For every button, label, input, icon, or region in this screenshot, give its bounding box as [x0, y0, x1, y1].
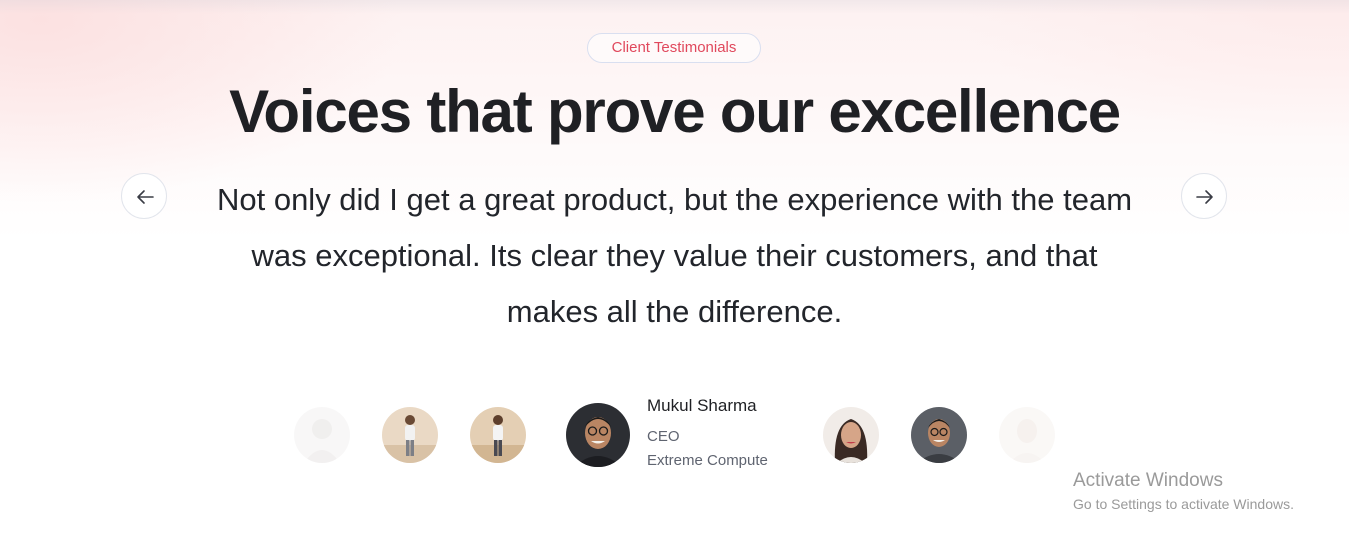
avatar-man-glasses-icon	[911, 407, 967, 463]
watermark-subtitle: Go to Settings to activate Windows.	[1073, 496, 1294, 512]
avatar-full-body-icon	[382, 407, 438, 463]
section-headline: Voices that prove our excellence	[229, 78, 1121, 145]
active-testimonial-author: Mukul Sharma CEO Extreme Compute	[647, 393, 847, 473]
avatar-1[interactable]	[294, 407, 350, 463]
watermark-title: Activate Windows	[1073, 470, 1223, 491]
author-name: Mukul Sharma	[647, 396, 757, 415]
top-shadow	[0, 0, 1349, 14]
testimonial-quote: Not only did I get a great product, but …	[216, 182, 1133, 329]
next-testimonial-button[interactable]	[1181, 173, 1227, 219]
avatar-2[interactable]	[382, 407, 438, 463]
section-badge: Client Testimonials	[587, 33, 761, 63]
avatar-active[interactable]	[566, 403, 630, 467]
avatar-man-glasses-icon	[566, 403, 630, 467]
previous-testimonial-button[interactable]	[121, 173, 167, 219]
windows-activation-watermark: Activate Windows Go to Settings to activ…	[1073, 469, 1294, 514]
avatar-faded-icon	[294, 407, 350, 463]
avatar-3[interactable]	[470, 407, 526, 463]
avatar-faded-icon	[999, 407, 1055, 463]
author-role: CEO	[647, 428, 680, 445]
avatar-5[interactable]	[823, 407, 879, 463]
avatar-woman-icon	[823, 407, 879, 463]
avatar-6[interactable]	[911, 407, 967, 463]
avatar-7[interactable]	[999, 407, 1055, 463]
author-company: Extreme Compute	[647, 452, 768, 469]
avatar-full-body-icon	[470, 407, 526, 463]
